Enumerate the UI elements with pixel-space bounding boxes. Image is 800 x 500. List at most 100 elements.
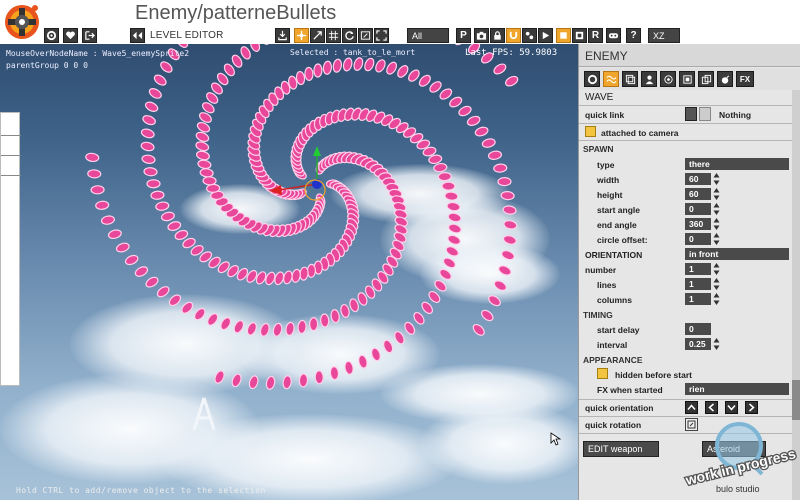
bullet xyxy=(329,366,340,381)
film-button[interactable] xyxy=(572,28,587,43)
start-angle-value[interactable]: 0 xyxy=(685,203,711,215)
width-value[interactable]: 60 xyxy=(685,173,711,185)
navigate-back-button[interactable] xyxy=(130,28,145,43)
interval-value[interactable]: 0.25 xyxy=(685,338,711,350)
number-value[interactable]: 1 xyxy=(685,263,711,275)
bullet xyxy=(439,268,452,281)
bullet xyxy=(500,191,515,201)
filter-select[interactable]: All xyxy=(407,28,449,43)
bullet xyxy=(332,58,343,73)
circle-offset-label: circle offset: xyxy=(597,235,648,245)
stop-button[interactable] xyxy=(556,28,571,43)
circle-offset-value[interactable]: 0 xyxy=(685,233,711,245)
panel-frame-tab[interactable] xyxy=(679,71,695,87)
rotate-tool-button[interactable] xyxy=(342,28,357,43)
end-angle-row: end angle 360 xyxy=(583,218,789,232)
bullet xyxy=(314,370,324,385)
transform-gizmo[interactable] xyxy=(265,144,345,224)
panel-fx-tab[interactable]: FX xyxy=(736,71,754,87)
controller-button[interactable] xyxy=(606,28,621,43)
settings-button[interactable] xyxy=(44,28,59,43)
fit-view-button[interactable] xyxy=(374,28,389,43)
orientation-value[interactable]: in front xyxy=(685,248,789,260)
bullet xyxy=(503,220,518,230)
panel-target-tab[interactable] xyxy=(660,71,676,87)
wave-title: WAVE xyxy=(585,92,614,103)
grid-button[interactable] xyxy=(326,28,341,43)
columns-value[interactable]: 1 xyxy=(685,293,711,305)
scale-tool-button[interactable] xyxy=(310,28,325,43)
bullets-button[interactable] xyxy=(522,28,537,43)
attached-camera-checkbox[interactable] xyxy=(585,126,596,137)
bullet xyxy=(143,167,158,177)
gear-icon xyxy=(46,30,57,41)
bullet xyxy=(397,65,409,78)
chevron-left-icon xyxy=(708,403,714,412)
orient-left-button[interactable] xyxy=(705,401,718,414)
p-button[interactable]: P xyxy=(456,28,471,43)
bullet xyxy=(260,44,271,45)
panel-layers-tab[interactable] xyxy=(622,71,638,87)
lines-value[interactable]: 1 xyxy=(685,278,711,290)
columns-stepper-icon[interactable] xyxy=(713,292,720,306)
height-value[interactable]: 60 xyxy=(685,188,711,200)
screenshot-button[interactable] xyxy=(474,28,489,43)
bullet xyxy=(160,211,175,222)
orient-down-button[interactable] xyxy=(725,401,738,414)
circle-offset-stepper-icon[interactable] xyxy=(713,232,720,246)
type-value[interactable]: there xyxy=(685,158,789,170)
orient-up-button[interactable] xyxy=(685,401,698,414)
exit-button[interactable] xyxy=(82,28,97,43)
run-button[interactable] xyxy=(538,28,553,43)
help-button[interactable]: ? xyxy=(626,28,641,43)
hidden-checkbox[interactable] xyxy=(597,368,608,379)
bullet xyxy=(304,66,314,82)
bullet xyxy=(404,321,416,335)
panel-scrollbar-thumb[interactable] xyxy=(792,380,800,420)
bullet xyxy=(115,242,130,253)
bullet xyxy=(141,154,156,164)
start-angle-stepper-icon[interactable] xyxy=(713,202,720,216)
link-icon[interactable] xyxy=(685,107,697,121)
player-ship-icon xyxy=(192,397,216,431)
interval-row: interval 0.25 xyxy=(583,338,789,352)
quick-link-label: quick link xyxy=(585,110,625,120)
columns-row: columns 1 xyxy=(583,293,789,307)
x-axis-handle-icon[interactable] xyxy=(269,185,282,195)
level-viewport[interactable]: MouseOverNodeName : Wave5_enemySprite2 p… xyxy=(0,44,578,500)
panel-wave-tab[interactable] xyxy=(603,71,619,87)
lock-button[interactable] xyxy=(490,28,505,43)
end-angle-stepper-icon[interactable] xyxy=(713,217,720,231)
r-button[interactable]: R xyxy=(588,28,603,43)
quick-link-row: quick link Nothing xyxy=(583,107,789,122)
favorite-button[interactable] xyxy=(63,28,78,43)
panel-bomb-tab[interactable] xyxy=(717,71,733,87)
bullet xyxy=(282,375,292,390)
start-delay-value[interactable]: 0 xyxy=(685,323,711,335)
start-delay-label: start delay xyxy=(597,325,640,335)
axis-plane-select[interactable]: XZ xyxy=(648,28,680,43)
y-axis-handle-icon[interactable] xyxy=(313,146,321,156)
bullet xyxy=(197,159,212,170)
unlink-icon[interactable] xyxy=(699,107,711,121)
bullet xyxy=(447,234,461,245)
bullet xyxy=(140,141,155,152)
edit-weapon-button[interactable]: EDIT weapon xyxy=(583,441,659,457)
magnet-button[interactable] xyxy=(506,28,521,43)
bullet xyxy=(250,44,261,52)
window-button[interactable] xyxy=(358,28,373,43)
quick-orientation-row: quick orientation xyxy=(583,401,789,415)
panel-copy-tab[interactable] xyxy=(698,71,714,87)
fx-value[interactable]: rien xyxy=(685,383,789,395)
export-button[interactable] xyxy=(275,28,290,43)
height-stepper-icon[interactable] xyxy=(713,187,720,201)
number-stepper-icon[interactable] xyxy=(713,262,720,276)
panel-user-tab[interactable] xyxy=(641,71,657,87)
lines-stepper-icon[interactable] xyxy=(713,277,720,291)
orient-right-button[interactable] xyxy=(745,401,758,414)
panel-settings-tab[interactable] xyxy=(584,71,600,87)
move-tool-button[interactable] xyxy=(294,28,309,43)
end-angle-value[interactable]: 360 xyxy=(685,218,711,230)
width-stepper-icon[interactable] xyxy=(713,172,720,186)
interval-stepper-icon[interactable] xyxy=(713,337,720,351)
